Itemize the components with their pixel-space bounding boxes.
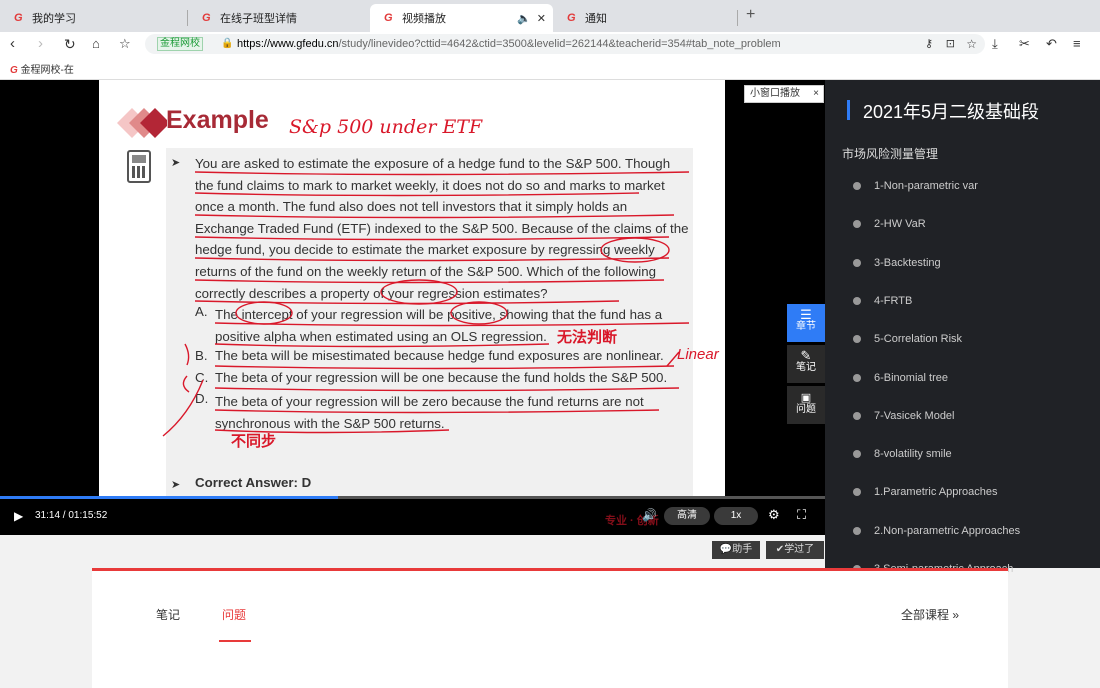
assistant-button[interactable]: 💬助手: [712, 541, 760, 559]
chapter-button[interactable]: ☰ 章节: [787, 304, 825, 342]
forward-icon[interactable]: ›: [38, 35, 43, 53]
learned-button[interactable]: ✔学过了: [766, 541, 824, 559]
red-annotation-strokes: [162, 171, 690, 437]
speaker-icon[interactable]: 🔈: [517, 12, 531, 25]
bookmarks-bar: G 金程网校-在: [0, 56, 1100, 80]
bookmark-star-icon[interactable]: ☆: [119, 35, 131, 53]
tab-video-playback[interactable]: G 视频播放 🔈 ✕: [370, 4, 553, 32]
questions-button[interactable]: ▣ 问题: [787, 386, 825, 424]
notes-button[interactable]: ✎ 笔记: [787, 345, 825, 383]
chapter-item[interactable]: 7-Vasicek Model: [853, 410, 955, 422]
tab-title: 视频播放: [402, 13, 446, 25]
close-icon[interactable]: ×: [813, 86, 819, 102]
tab-questions[interactable]: 问题: [222, 606, 246, 623]
video-slide: Example S&p 500 under ETF ➤ You are aske…: [99, 80, 725, 498]
gfedu-favicon: G: [10, 65, 18, 76]
course-title: 2021年5月二级基础段: [863, 102, 1040, 122]
list-icon: ☰: [800, 307, 812, 322]
course-sidebar: 2021年5月二级基础段 市场风险测量管理 1-Non-parametric v…: [825, 80, 1100, 575]
accent-line: [92, 568, 1008, 571]
browser-window: G 我的学习 G 在线子班型详情 G 视频播放 🔈 ✕ G 通知 + ‹ › ↻…: [0, 0, 1100, 688]
address-toolbar: ‹ › ↻ ⌂ ☆ 金程网校 🔒 https://www.gfedu.cn/st…: [0, 32, 1100, 56]
chapter-item[interactable]: 2.Non-parametric Approaches: [853, 525, 1020, 537]
menu-icon[interactable]: ≡: [1073, 35, 1081, 53]
chapter-item[interactable]: 6-Binomial tree: [853, 372, 948, 384]
home-icon[interactable]: ⌂: [92, 35, 100, 53]
key-icon[interactable]: ⚷: [925, 34, 933, 54]
translate-icon[interactable]: ⊡: [946, 34, 955, 54]
tab-my-learning[interactable]: G 我的学习: [0, 4, 188, 32]
back-icon[interactable]: ‹: [10, 35, 15, 53]
gfedu-favicon: G: [14, 12, 23, 24]
volume-icon[interactable]: 🔊: [642, 508, 657, 522]
download-icon[interactable]: ⤓: [992, 35, 998, 53]
active-tab-underline: [219, 640, 251, 642]
double-chevron-icon: »: [952, 608, 960, 622]
tab-class-detail[interactable]: G 在线子班型详情: [188, 4, 370, 32]
chapter-item[interactable]: 4-FRTB: [853, 295, 912, 307]
pencil-icon: ✎: [800, 348, 812, 363]
gfedu-favicon: G: [202, 12, 211, 24]
gfedu-favicon: G: [567, 12, 576, 24]
section-title: 市场风险测量管理: [842, 147, 939, 161]
time-display: 31:14 / 01:15:52: [35, 510, 108, 521]
chapter-item[interactable]: 8-volatility smile: [853, 448, 952, 460]
speed-button[interactable]: 1x: [714, 507, 758, 525]
fullscreen-icon[interactable]: ⛶: [797, 507, 806, 523]
progress-track[interactable]: [0, 496, 825, 499]
url-host: https://www.gfedu.cn: [237, 38, 339, 50]
url-path: /study/linevideo?cttid=4642&ctid=3500&le…: [338, 38, 781, 50]
site-badge: 金程网校: [157, 37, 203, 51]
undo-icon[interactable]: ↶: [1046, 35, 1057, 53]
bullet-icon: ➤: [171, 479, 181, 491]
comment-icon: ▣: [800, 392, 812, 404]
quality-button[interactable]: 高清: [664, 507, 710, 525]
reload-icon[interactable]: ↻: [64, 35, 76, 53]
tab-title: 在线子班型详情: [220, 13, 297, 25]
correct-answer: Correct Answer: D: [195, 475, 312, 490]
tab-notes[interactable]: 笔记: [156, 606, 180, 623]
all-courses-link[interactable]: 全部课程 »: [901, 606, 959, 623]
mini-player-button[interactable]: 小窗口播放 ×: [744, 85, 824, 103]
bookmark-item[interactable]: G 金程网校-在: [10, 61, 74, 76]
bottom-panel: 笔记 问题 全部课程 »: [92, 568, 1008, 688]
settings-icon[interactable]: ⚙: [768, 507, 780, 523]
play-icon[interactable]: ▶: [14, 509, 23, 523]
star-icon[interactable]: ☆: [966, 34, 977, 54]
chapter-item[interactable]: 1.Parametric Approaches: [853, 486, 998, 498]
progress-fill: [0, 496, 339, 499]
address-bar[interactable]: 金程网校 🔒 https://www.gfedu.cn/study/linevi…: [145, 34, 985, 54]
chapter-item[interactable]: 3-Backtesting: [853, 257, 941, 269]
tab-title: 我的学习: [32, 13, 76, 25]
tab-notification[interactable]: G 通知: [553, 4, 738, 32]
scissors-icon[interactable]: ✂: [1019, 35, 1030, 53]
tab-title: 通知: [585, 13, 607, 25]
lock-icon: 🔒: [221, 38, 234, 49]
gfedu-favicon: G: [384, 12, 393, 24]
close-tab-icon[interactable]: ✕: [537, 12, 546, 25]
chapter-item[interactable]: 1-Non-parametric var: [853, 180, 978, 192]
check-icon: ✔: [775, 544, 785, 555]
chapter-item[interactable]: 2-HW VaR: [853, 218, 926, 230]
player-controls: ▶ 31:14 / 01:15:52 专业 · 创新 🔊 高清 1x ⚙ ⛶: [0, 496, 825, 534]
tab-bar: G 我的学习 G 在线子班型详情 G 视频播放 🔈 ✕ G 通知 +: [0, 0, 1100, 32]
chat-icon: 💬: [719, 544, 733, 555]
chapter-item[interactable]: 5-Correlation Risk: [853, 333, 962, 345]
new-tab-button[interactable]: +: [746, 6, 755, 24]
